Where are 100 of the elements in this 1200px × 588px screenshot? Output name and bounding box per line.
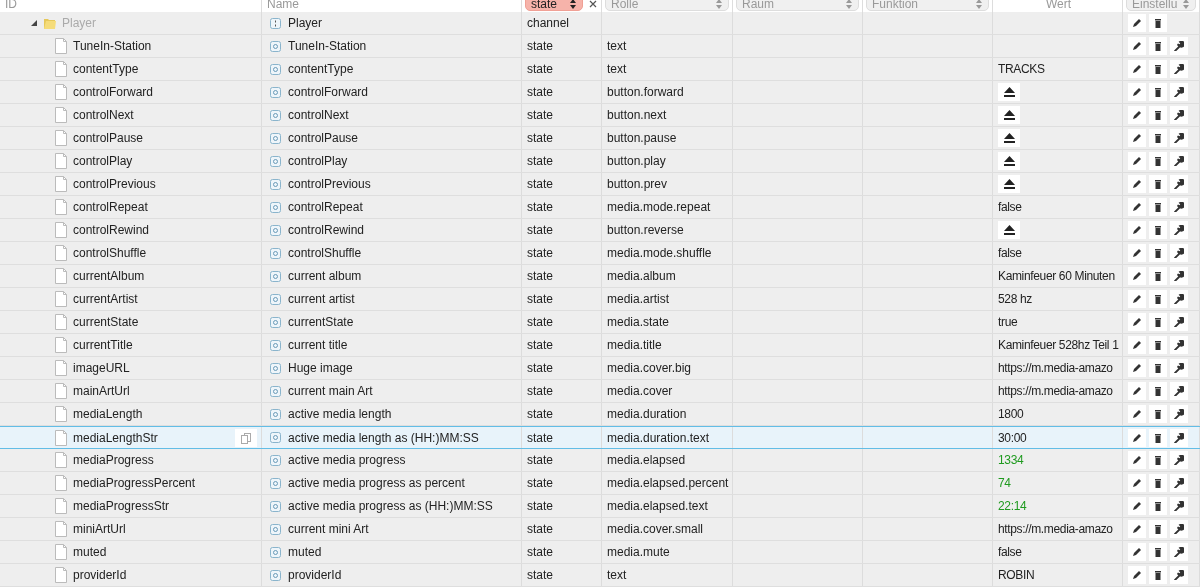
table-row[interactable]: mediaProgress active media progress state media.elapsed 1334 xyxy=(0,449,1200,472)
table-row[interactable]: Player Player channel xyxy=(0,12,1200,35)
trigger-button[interactable] xyxy=(998,106,1020,124)
table-row[interactable]: controlPlay controlPlay state button.play xyxy=(0,150,1200,173)
delete-button[interactable] xyxy=(1149,244,1167,262)
trigger-button[interactable] xyxy=(998,152,1020,170)
edit-button[interactable] xyxy=(1128,543,1146,561)
settings-button[interactable] xyxy=(1170,290,1188,308)
settings-button[interactable] xyxy=(1170,152,1188,170)
delete-button[interactable] xyxy=(1149,382,1167,400)
table-row[interactable]: currentState currentState state media.state true xyxy=(0,311,1200,334)
delete-button[interactable] xyxy=(1149,543,1167,561)
table-row[interactable]: mediaLengthStr active media length as (HH:)MM:SS state media.duration.text 30:00 xyxy=(0,426,1200,449)
table-row[interactable]: controlPrevious controlPrevious state button.prev xyxy=(0,173,1200,196)
edit-button[interactable] xyxy=(1128,313,1146,331)
table-row[interactable]: controlPause controlPause state button.pause xyxy=(0,127,1200,150)
edit-button[interactable] xyxy=(1128,451,1146,469)
settings-button[interactable] xyxy=(1170,543,1188,561)
delete-button[interactable] xyxy=(1149,106,1167,124)
trigger-button[interactable] xyxy=(998,221,1020,239)
edit-button[interactable] xyxy=(1128,198,1146,216)
table-row[interactable]: currentAlbum current album state media.album Kaminfeuer 60 Minuten xyxy=(0,265,1200,288)
delete-button[interactable] xyxy=(1149,198,1167,216)
settings-button[interactable] xyxy=(1170,359,1188,377)
settings-button[interactable] xyxy=(1170,497,1188,515)
settings-button[interactable] xyxy=(1170,336,1188,354)
edit-button[interactable] xyxy=(1128,382,1146,400)
delete-button[interactable] xyxy=(1149,497,1167,515)
delete-button[interactable] xyxy=(1149,175,1167,193)
settings-button[interactable] xyxy=(1170,244,1188,262)
trigger-button[interactable] xyxy=(998,129,1020,147)
settings-button[interactable] xyxy=(1170,106,1188,124)
edit-button[interactable] xyxy=(1128,290,1146,308)
column-filter[interactable]: state xyxy=(525,0,583,11)
edit-button[interactable] xyxy=(1128,336,1146,354)
table-row[interactable]: currentArtist current artist state media.artist 528 hz xyxy=(0,288,1200,311)
edit-button[interactable] xyxy=(1128,267,1146,285)
table-row[interactable]: controlShuffle controlShuffle state media.mode.shuffle false xyxy=(0,242,1200,265)
edit-button[interactable] xyxy=(1128,175,1146,193)
table-row[interactable]: mainArtUrl current main Art state media.cover https://m.media-amazo xyxy=(0,380,1200,403)
delete-button[interactable] xyxy=(1149,428,1167,447)
delete-button[interactable] xyxy=(1149,37,1167,55)
edit-button[interactable] xyxy=(1128,106,1146,124)
delete-button[interactable] xyxy=(1149,474,1167,492)
table-row[interactable]: controlRewind controlRewind state button.reverse xyxy=(0,219,1200,242)
table-row[interactable]: mediaProgressPercent active media progress as percent state media.elapsed.percent 74 xyxy=(0,472,1200,495)
table-row[interactable]: controlForward controlForward state button.forward xyxy=(0,81,1200,104)
delete-button[interactable] xyxy=(1149,152,1167,170)
settings-button[interactable] xyxy=(1170,129,1188,147)
table-row[interactable]: controlNext controlNext state button.next xyxy=(0,104,1200,127)
trigger-button[interactable] xyxy=(998,175,1020,193)
delete-button[interactable] xyxy=(1149,290,1167,308)
delete-button[interactable] xyxy=(1149,566,1167,584)
delete-button[interactable] xyxy=(1149,14,1167,32)
settings-button[interactable] xyxy=(1170,267,1188,285)
edit-button[interactable] xyxy=(1128,152,1146,170)
delete-button[interactable] xyxy=(1149,359,1167,377)
settings-button[interactable] xyxy=(1170,60,1188,78)
settings-button[interactable] xyxy=(1170,221,1188,239)
delete-button[interactable] xyxy=(1149,336,1167,354)
delete-button[interactable] xyxy=(1149,60,1167,78)
edit-button[interactable] xyxy=(1128,60,1146,78)
trigger-button[interactable] xyxy=(998,83,1020,101)
delete-button[interactable] xyxy=(1149,83,1167,101)
delete-button[interactable] xyxy=(1149,221,1167,239)
table-row[interactable]: contentType contentType state text TRACKS xyxy=(0,58,1200,81)
settings-button[interactable] xyxy=(1170,405,1188,423)
table-row[interactable]: controlRepeat controlRepeat state media.mode.repeat false xyxy=(0,196,1200,219)
table-row[interactable]: miniArtUrl current mini Art state media.cover.small https://m.media-amazo xyxy=(0,518,1200,541)
delete-button[interactable] xyxy=(1149,520,1167,538)
table-row[interactable]: providerId providerId state text ROBIN xyxy=(0,564,1200,587)
settings-button[interactable] xyxy=(1170,313,1188,331)
table-row[interactable]: mediaProgressStr active media progress as (HH:)MM:SS state media.elapsed.text 22:14 xyxy=(0,495,1200,518)
settings-button[interactable] xyxy=(1170,175,1188,193)
edit-button[interactable] xyxy=(1128,359,1146,377)
edit-button[interactable] xyxy=(1128,244,1146,262)
table-row[interactable]: mediaLength active media length state media.duration 1800 xyxy=(0,403,1200,426)
edit-button[interactable] xyxy=(1128,428,1146,447)
edit-button[interactable] xyxy=(1128,129,1146,147)
edit-button[interactable] xyxy=(1128,474,1146,492)
delete-button[interactable] xyxy=(1149,313,1167,331)
edit-button[interactable] xyxy=(1128,520,1146,538)
edit-button[interactable] xyxy=(1128,566,1146,584)
clear-icon[interactable] xyxy=(589,0,597,8)
table-row[interactable]: TuneIn-Station TuneIn-Station state text xyxy=(0,35,1200,58)
edit-button[interactable] xyxy=(1128,83,1146,101)
delete-button[interactable] xyxy=(1149,405,1167,423)
edit-button[interactable] xyxy=(1128,14,1146,32)
delete-button[interactable] xyxy=(1149,267,1167,285)
settings-button[interactable] xyxy=(1170,451,1188,469)
settings-button[interactable] xyxy=(1170,566,1188,584)
table-row[interactable]: imageURL Huge image state media.cover.big https://m.media-amazo xyxy=(0,357,1200,380)
settings-button[interactable] xyxy=(1170,520,1188,538)
delete-button[interactable] xyxy=(1149,451,1167,469)
table-row[interactable]: currentTitle current title state media.title Kaminfeuer 528hz Teil 1 xyxy=(0,334,1200,357)
settings-button[interactable] xyxy=(1170,382,1188,400)
delete-button[interactable] xyxy=(1149,129,1167,147)
edit-button[interactable] xyxy=(1128,405,1146,423)
settings-button[interactable] xyxy=(1170,198,1188,216)
edit-button[interactable] xyxy=(1128,37,1146,55)
